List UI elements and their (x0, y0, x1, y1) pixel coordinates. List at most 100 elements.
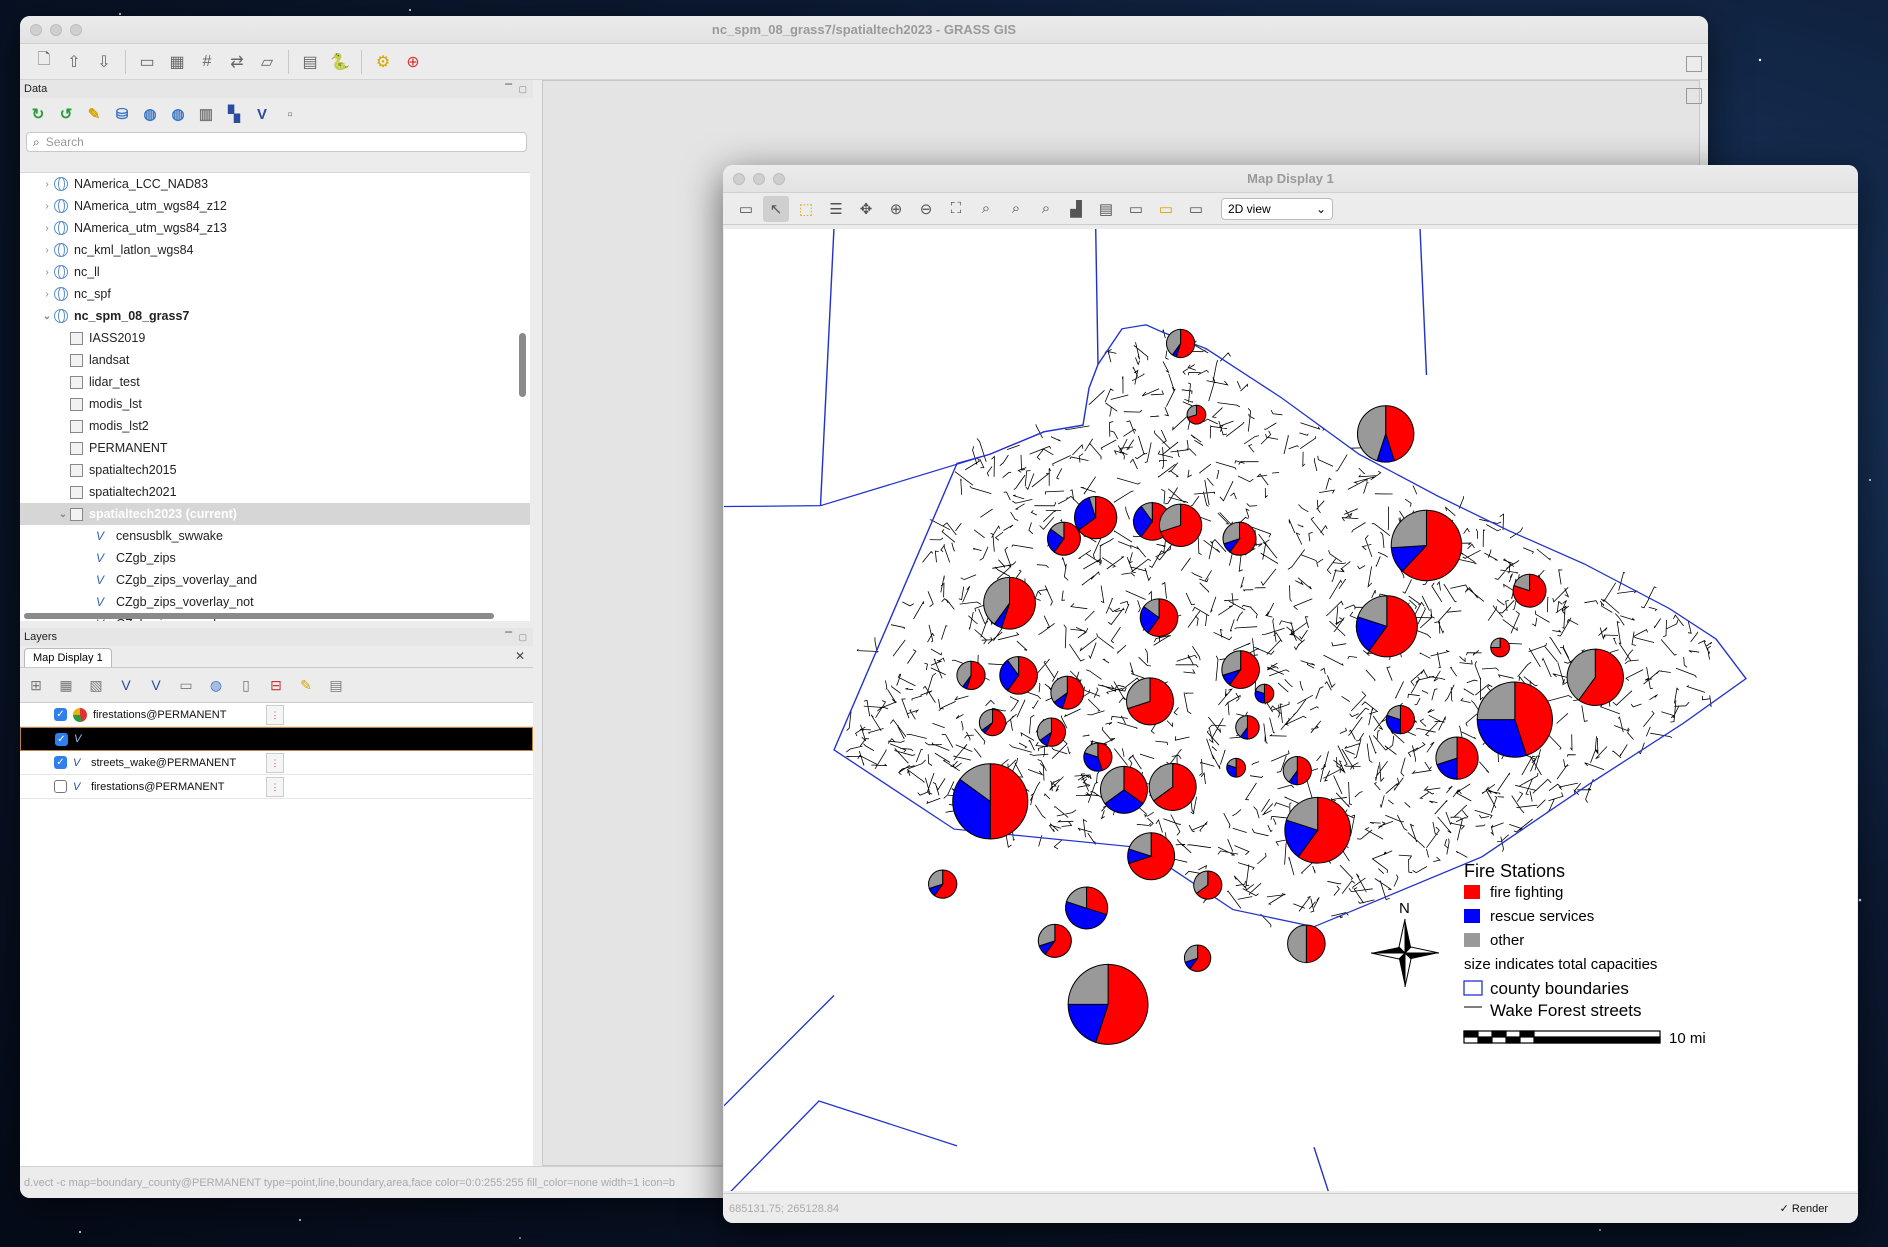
tree-item-mapset[interactable]: PERMANENT (20, 437, 530, 459)
tree-item-mapset[interactable]: lidar_test (20, 371, 530, 393)
add-web-service-icon[interactable]: ◍ (204, 673, 228, 697)
map-titlebar[interactable]: Map Display 1 (723, 165, 1858, 193)
chevron-down-icon[interactable]: ⌄ (40, 311, 54, 322)
tree-item-location[interactable]: ⌄ nc_spm_08_grass7 (20, 305, 530, 327)
import-vector-icon[interactable]: V (250, 102, 274, 126)
pointer-icon[interactable]: ↖ (763, 195, 789, 222)
panel-float-controls[interactable]: ▔ ▢ (505, 632, 533, 643)
zoom-menu-icon[interactable]: ⌕ (1033, 196, 1059, 222)
raster-map-calculator-button[interactable]: ▦ (165, 50, 189, 74)
minimize-window-button[interactable] (753, 173, 765, 185)
tree-item-vector[interactable]: V CZgb_zips (20, 547, 530, 569)
layer-options-button[interactable]: ⋮ (266, 776, 284, 797)
tree-item-mapset[interactable]: IASS2019 (20, 327, 530, 349)
tree-item-vector[interactable]: V CZgb_zips_voverlay_not (20, 591, 530, 613)
script-launcher-button[interactable]: ▤ (298, 50, 322, 74)
tree-horizontal-scrollbar[interactable] (24, 613, 494, 619)
zoom-options-icon[interactable]: ⌕ (1003, 196, 1029, 222)
tree-item-location[interactable]: › nc_kml_latlon_wgs84 (20, 239, 530, 261)
zoom-back-icon[interactable]: ⌕ (973, 196, 999, 222)
python-shell-button[interactable]: 🐍 (328, 50, 352, 74)
add-vector-icon[interactable]: V (114, 673, 138, 697)
chevron-right-icon[interactable]: › (40, 179, 54, 190)
switch-display-icon[interactable]: ▭ (1183, 196, 1209, 222)
import-raster-icon[interactable]: ▚ (222, 102, 246, 126)
layer-visibility-checkbox[interactable]: ✓ (54, 708, 67, 721)
chevron-right-icon[interactable]: › (40, 245, 54, 256)
dock-restore-icon[interactable] (1686, 88, 1702, 104)
attribute-table-icon[interactable]: ▤ (324, 673, 348, 697)
layer-visibility-checkbox[interactable]: ✓ (54, 756, 67, 769)
minimize-window-button[interactable] (50, 24, 62, 36)
add-raster-icon[interactable]: ▦ (54, 673, 78, 697)
panel-float-controls[interactable]: ▔ ▢ (505, 84, 533, 95)
view-mode-select[interactable]: 2D view ⌄ (1221, 197, 1333, 220)
chevron-right-icon[interactable]: › (40, 201, 54, 212)
remove-layer-icon[interactable]: ⊟ (264, 673, 288, 697)
tree-item-location[interactable]: › nc_ll (20, 261, 530, 283)
tree-item-vector[interactable]: V CZgb_zips_voverlay_and (20, 569, 530, 591)
map-canvas[interactable]: Fire Stations fire fighting rescue servi… (724, 229, 1857, 1191)
add-overlay-icon[interactable]: ▭ (174, 673, 198, 697)
tree-item-mapset[interactable]: landsat (20, 349, 530, 371)
render-map-icon[interactable]: ▭ (733, 196, 759, 222)
pan-icon[interactable]: ✥ (853, 196, 879, 222)
data-search-input[interactable]: ⌕ Search (26, 132, 527, 152)
new-workspace-button[interactable]: 🗋 (32, 50, 56, 74)
zoom-window-button[interactable] (70, 24, 82, 36)
tree-item-location[interactable]: › NAmerica_LCC_NAD83 (20, 173, 530, 195)
layer-row[interactable]: ✓ Vstreets_wake@PERMANENT ⋮ (20, 751, 533, 775)
tree-item-mapset[interactable]: modis_lst2 (20, 415, 530, 437)
main-titlebar[interactable]: nc_spm_08_grass7/spatialtech2023 - GRASS… (20, 16, 1708, 44)
tree-item-mapset[interactable]: spatialtech2015 (20, 459, 530, 481)
layer-row[interactable]: Vfirestations@PERMANENT ⋮ (20, 775, 533, 799)
tree-vertical-scrollbar[interactable] (519, 333, 526, 397)
add-raster-misc-icon[interactable]: ▧ (84, 673, 108, 697)
tree-item-location[interactable]: › nc_spf (20, 283, 530, 305)
zoom-out-icon[interactable]: ⊖ (913, 196, 939, 222)
tree-item-vector[interactable]: Vcensusblk_swwake (20, 525, 530, 547)
zoom-extent-icon[interactable]: ⛶ (943, 196, 969, 222)
tab-map-display-1[interactable]: Map Display 1 (24, 648, 112, 667)
reload-mapset-icon[interactable]: ↺ (54, 102, 78, 126)
tree-item-mapset[interactable]: spatialtech2021 (20, 481, 530, 503)
chevron-right-icon[interactable]: › (40, 223, 54, 234)
new-map-display-button[interactable]: ▭ (135, 50, 159, 74)
save-display-icon[interactable]: ▭ (1123, 196, 1149, 222)
close-window-button[interactable] (733, 173, 745, 185)
georectifier-button[interactable]: # (195, 50, 219, 74)
link-data-icon[interactable]: ▫ (278, 102, 302, 126)
layer-visibility-checkbox[interactable] (54, 780, 67, 793)
settings-gear-icon[interactable]: ⚙ (371, 50, 395, 74)
select-features-icon[interactable]: ⬚ (793, 196, 819, 222)
chevron-right-icon[interactable]: › (40, 267, 54, 278)
layer-options-button[interactable]: ⋮ (266, 752, 284, 773)
chevron-right-icon[interactable]: › (40, 289, 54, 300)
save-workspace-button[interactable]: ⇩ (92, 50, 116, 74)
dock-restore-icon[interactable] (1686, 56, 1702, 72)
zoom-in-icon[interactable]: ⊕ (883, 196, 909, 222)
close-window-button[interactable] (30, 24, 42, 36)
download-location-icon[interactable]: ◍ (166, 102, 190, 126)
layer-visibility-checkbox[interactable]: ✓ (55, 732, 68, 746)
cartographic-composer-button[interactable]: ▱ (255, 50, 279, 74)
close-tab-icon[interactable]: ✕ (515, 649, 525, 663)
tree-item-mapset[interactable]: ⌄ spatialtech2023 (current) (20, 503, 530, 525)
print-icon[interactable]: ▭ (1153, 196, 1179, 222)
layer-row[interactable]: ✓ V (20, 727, 533, 751)
add-database-icon[interactable]: ⛁ (110, 102, 134, 126)
graphical-modeler-button[interactable]: ⇄ (225, 50, 249, 74)
help-lifebuoy-icon[interactable]: ⊕ (401, 50, 425, 74)
zoom-window-button[interactable] (773, 173, 785, 185)
tree-item-location[interactable]: › NAmerica_utm_wgs84_z13 (20, 217, 530, 239)
query-icon[interactable]: ☰ (823, 196, 849, 222)
add-vector-misc-icon[interactable]: V (144, 673, 168, 697)
layer-options-button[interactable]: ⋮ (266, 704, 284, 725)
add-mapset-icon[interactable]: ▥ (194, 102, 218, 126)
analyze-icon[interactable]: ▟ (1063, 196, 1089, 222)
layer-row[interactable]: ✓ firestations@PERMANENT ⋮ (20, 703, 533, 727)
decorations-icon[interactable]: ▤ (1093, 196, 1119, 222)
edit-pencil-icon[interactable]: ✎ (82, 102, 106, 126)
edit-vector-icon[interactable]: ✎ (294, 673, 318, 697)
render-checkbox[interactable]: ✓ Render (1780, 1202, 1828, 1215)
